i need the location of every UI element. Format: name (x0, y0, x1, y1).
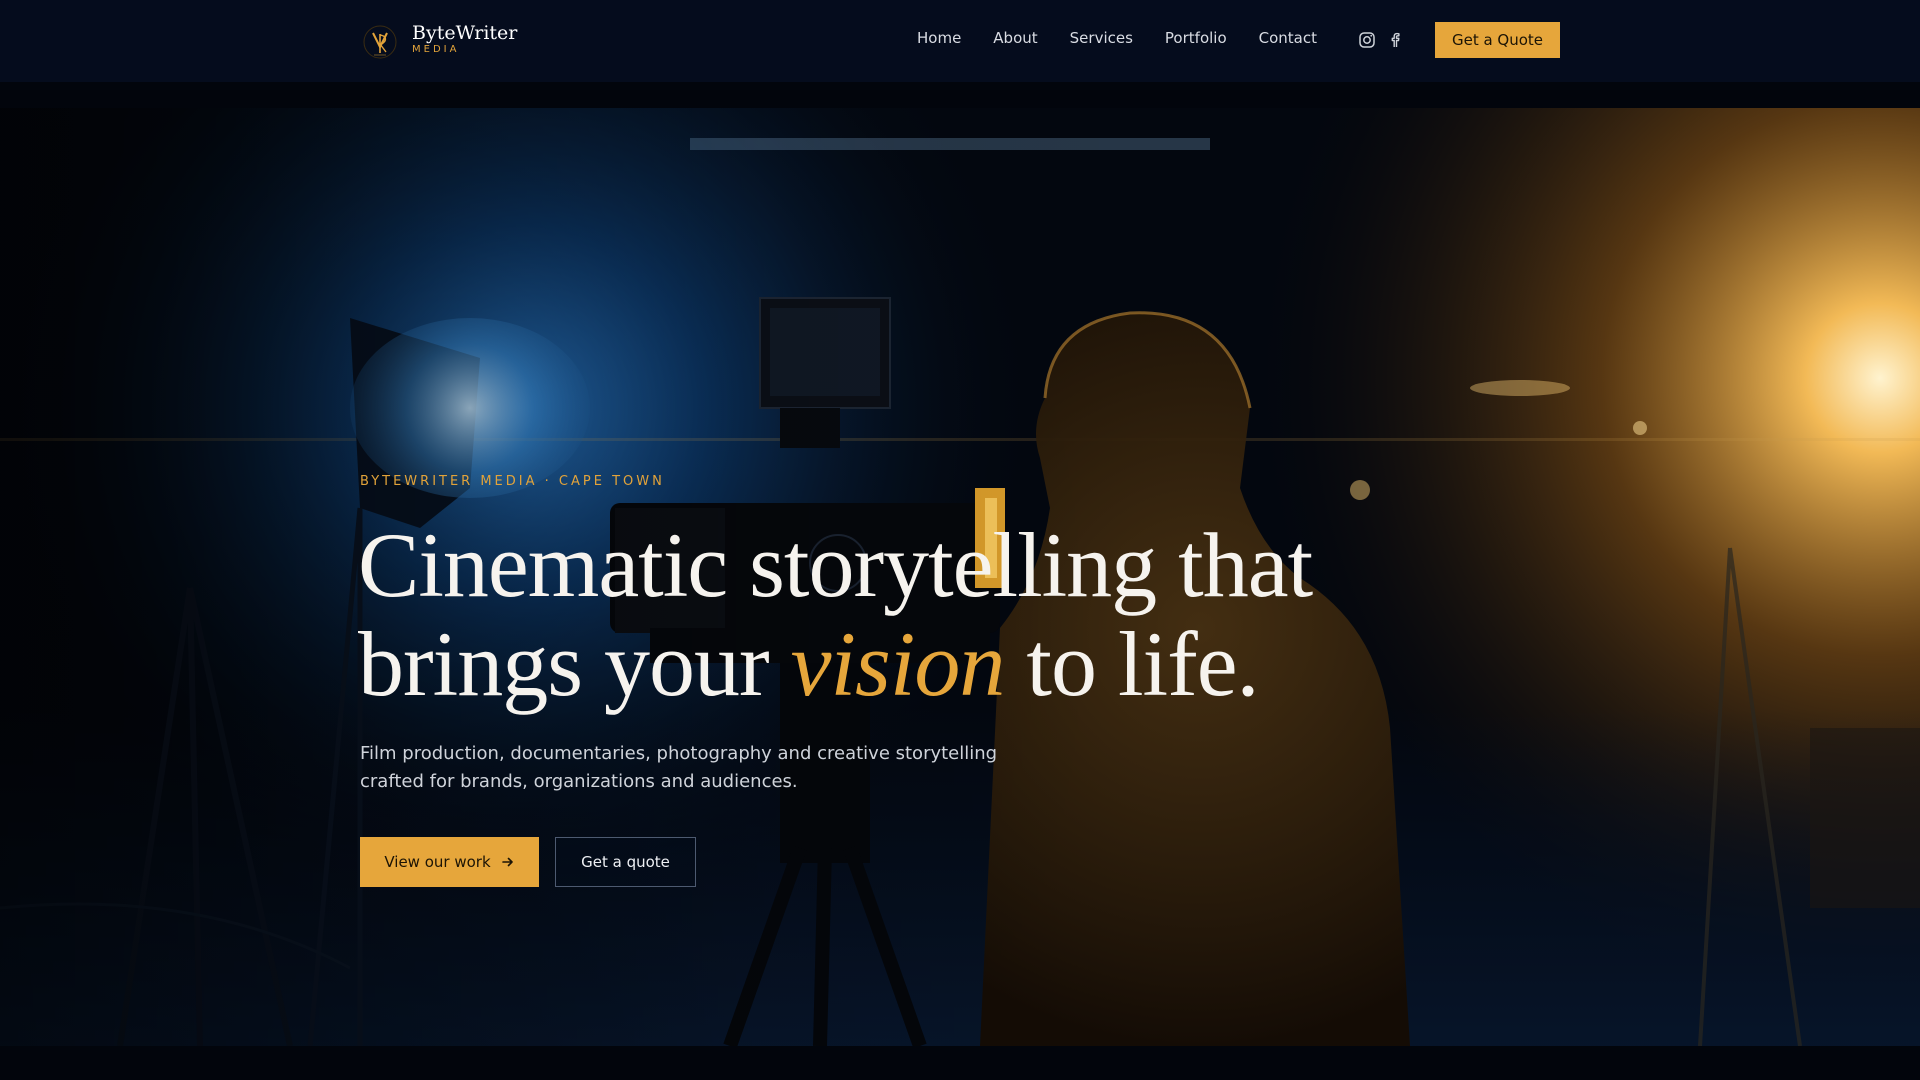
view-our-work-label: View our work (384, 853, 491, 871)
headline-line-2-end: to life. (1004, 613, 1259, 715)
top-navigation: ByteWriter MEDIA Home About Services Por… (0, 0, 1920, 82)
nav-link-home[interactable]: Home (917, 29, 961, 47)
get-a-quote-button[interactable]: Get a Quote (1435, 22, 1560, 58)
logo-mark-icon (363, 25, 397, 59)
arrow-right-icon (501, 857, 513, 867)
hero-description: Film production, documentaries, photogra… (360, 743, 998, 792)
headline-line-1: Cinematic storytelling that (358, 514, 1313, 616)
brand-name: ByteWriter (412, 22, 518, 44)
hero-eyebrow: BYTEWRITER MEDIA · CAPE TOWN (360, 474, 665, 489)
get-a-quote-secondary-button[interactable]: Get a quote (555, 837, 696, 887)
instagram-icon[interactable] (1357, 30, 1377, 50)
headline-line-2-start: brings your (358, 613, 791, 715)
headline-accent-word: vision (790, 613, 1006, 715)
brand-subtitle: MEDIA (412, 44, 460, 55)
nav-link-contact[interactable]: Contact (1259, 29, 1317, 47)
view-our-work-button[interactable]: View our work (360, 837, 539, 887)
nav-link-portfolio[interactable]: Portfolio (1165, 29, 1227, 47)
hero-headline: Cinematic storytelling that brings your v… (358, 514, 1313, 715)
nav-link-services[interactable]: Services (1070, 29, 1133, 47)
nav-link-about[interactable]: About (993, 29, 1037, 47)
nav-links: Home About Services Portfolio Contact (917, 29, 1349, 47)
facebook-icon[interactable] (1385, 30, 1405, 50)
